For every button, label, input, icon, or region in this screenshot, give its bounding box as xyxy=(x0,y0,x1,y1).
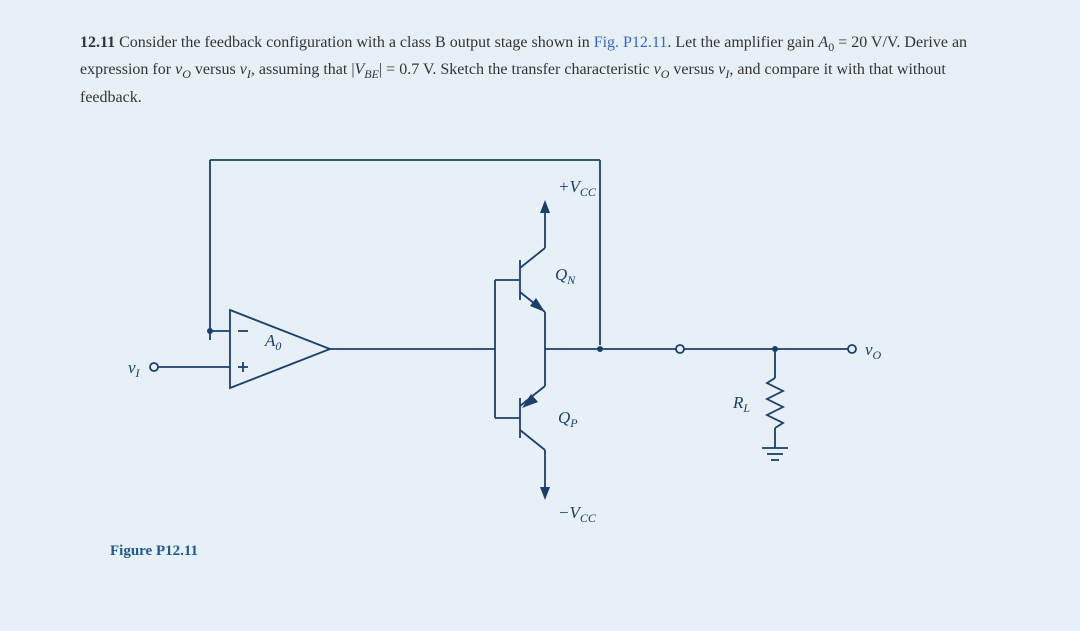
vcc-neg-label: −VCC xyxy=(558,503,597,525)
problem-statement: 12.11 Consider the feedback configuratio… xyxy=(80,30,1000,110)
text-intro: Consider the feedback configuration with… xyxy=(119,34,594,51)
mid1: versus xyxy=(191,61,240,78)
vi-label: vI xyxy=(128,358,141,380)
circuit-svg: A0 vI +VCC QN xyxy=(110,130,890,560)
figure-link: Fig. P12.11 xyxy=(594,34,668,51)
qp-label: QP xyxy=(558,408,578,430)
end1: versus xyxy=(669,61,718,78)
amp-gain-label: A0 xyxy=(264,331,281,353)
vcc-pos-label: +VCC xyxy=(558,177,597,199)
qn-label: QN xyxy=(555,265,576,287)
vbe-sym: V xyxy=(355,61,365,78)
vo-label: vO xyxy=(865,340,882,362)
a0-sym: A xyxy=(818,34,828,51)
vo-sym2: v xyxy=(654,61,661,78)
vbe-val: | = 0.7 V. Sketch the transfer character… xyxy=(379,61,654,78)
vi-sym: v xyxy=(240,61,247,78)
mid2: , assuming that | xyxy=(251,61,355,78)
figure-caption: Figure P12.11 xyxy=(110,543,198,560)
problem-number: 12.11 xyxy=(80,34,115,51)
rl-label: RL xyxy=(732,393,750,415)
text-after-fig: . Let the amplifier gain xyxy=(667,34,818,51)
vo-sub: O xyxy=(182,68,191,82)
vbe-sub: BE xyxy=(364,68,379,82)
circuit-diagram: A0 vI +VCC QN xyxy=(110,130,890,560)
